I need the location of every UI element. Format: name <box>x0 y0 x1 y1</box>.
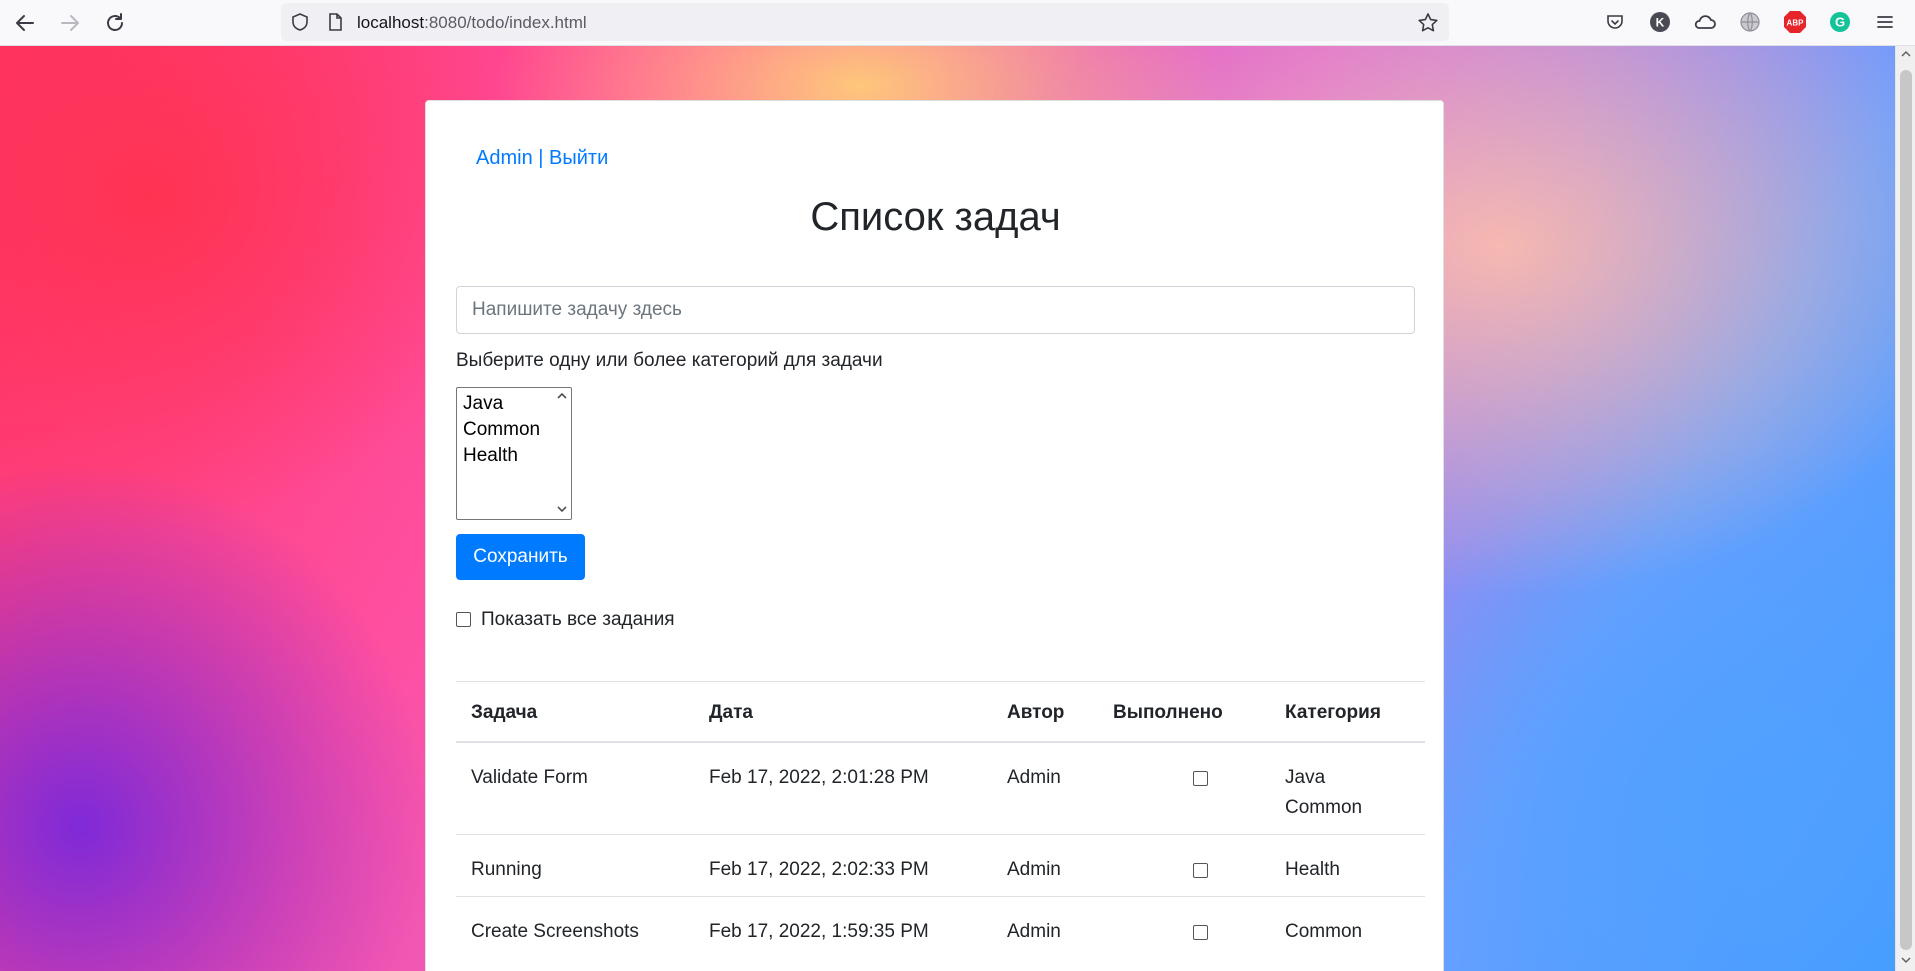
user-links: Admin | Выйти <box>476 147 608 170</box>
star-icon[interactable] <box>1417 12 1438 32</box>
column-header-task: Задача <box>471 702 538 723</box>
grammarly-icon[interactable]: G <box>1828 10 1852 34</box>
show-all-checkbox[interactable] <box>456 611 471 627</box>
table-row: Validate Form Feb 17, 2022, 2:01:28 PM A… <box>456 744 1425 835</box>
scroll-up-arrow-icon[interactable] <box>1901 50 1911 61</box>
category-option[interactable]: Health <box>463 445 518 467</box>
browser-toolbar: localhost:8080/todo/index.html K ABP G <box>0 0 1915 46</box>
column-header-done: Выполнено <box>1113 702 1223 723</box>
page-title: Список задач <box>810 195 1061 239</box>
page-scrollbar[interactable] <box>1895 46 1915 971</box>
author-cell: Admin <box>1007 859 1061 880</box>
category-option[interactable]: Common <box>463 419 540 441</box>
category-label: Выберите одну или более категорий для за… <box>456 350 883 371</box>
user-links-separator: | <box>538 147 544 169</box>
cloud-icon[interactable] <box>1693 10 1717 34</box>
done-cell <box>1193 766 1208 796</box>
pocket-icon[interactable] <box>1603 10 1627 34</box>
date-cell: Feb 17, 2022, 2:01:28 PM <box>709 767 929 788</box>
svg-text:ABP: ABP <box>1787 19 1805 28</box>
adblock-icon[interactable]: ABP <box>1783 10 1807 34</box>
category-value: Common <box>1285 921 1363 942</box>
scroll-down-icon[interactable] <box>556 503 568 517</box>
category-cell: Health <box>1285 855 1340 885</box>
author-cell: Admin <box>1007 921 1061 942</box>
category-value: Java <box>1285 767 1326 788</box>
url-bar[interactable]: localhost:8080/todo/index.html <box>281 3 1449 41</box>
todo-card: Admin | Выйти Список задач Выберите одну… <box>425 100 1444 971</box>
task-cell: Running <box>471 859 542 880</box>
date-cell: Feb 17, 2022, 2:02:33 PM <box>709 859 929 880</box>
url-host: localhost <box>357 13 425 32</box>
page-icon[interactable] <box>325 12 345 32</box>
task-cell: Create Screenshots <box>471 921 639 942</box>
scrollbar-thumb[interactable] <box>1900 70 1912 950</box>
svg-text:G: G <box>1835 15 1845 30</box>
date-cell: Feb 17, 2022, 1:59:35 PM <box>709 921 929 942</box>
user-name-link[interactable]: Admin <box>476 147 533 169</box>
scroll-down-arrow-icon[interactable] <box>1901 956 1911 967</box>
show-all-toggle[interactable]: Показать все задания <box>456 609 675 631</box>
menu-icon[interactable] <box>1873 10 1897 34</box>
url-path: :8080/todo/index.html <box>424 13 587 32</box>
done-checkbox[interactable] <box>1193 771 1208 786</box>
done-checkbox[interactable] <box>1193 863 1208 878</box>
table-header: Задача Дата Автор Выполнено Категория <box>456 682 1425 743</box>
category-value: Common <box>1285 797 1363 818</box>
show-all-label: Показать все задания <box>481 609 675 630</box>
column-header-category: Категория <box>1285 702 1381 723</box>
column-header-author: Автор <box>1007 702 1065 723</box>
task-input[interactable] <box>456 286 1415 334</box>
forward-arrow-icon[interactable] <box>55 9 85 37</box>
logout-link[interactable]: Выйти <box>549 147 608 169</box>
category-select[interactable]: Java Common Health <box>456 387 572 520</box>
reload-icon[interactable] <box>100 9 130 37</box>
category-value: Health <box>1285 859 1340 880</box>
page-background: Admin | Выйти Список задач Выберите одну… <box>0 46 1895 971</box>
profile-k-icon[interactable]: K <box>1648 10 1672 34</box>
url-text[interactable]: localhost:8080/todo/index.html <box>357 13 587 33</box>
table-row: Running Feb 17, 2022, 2:02:33 PM Admin H… <box>456 836 1425 897</box>
shield-icon[interactable] <box>290 12 310 32</box>
done-cell <box>1193 920 1208 950</box>
column-header-date: Дата <box>709 702 753 723</box>
scroll-up-icon[interactable] <box>556 390 568 404</box>
globe-icon[interactable] <box>1738 10 1762 34</box>
table-row: Create Screenshots Feb 17, 2022, 1:59:35… <box>456 898 1425 959</box>
done-checkbox[interactable] <box>1193 925 1208 940</box>
category-cell: Java Common <box>1285 763 1362 823</box>
category-cell: Common <box>1285 917 1362 947</box>
back-arrow-icon[interactable] <box>10 9 40 37</box>
save-button[interactable]: Сохранить <box>456 534 585 580</box>
done-cell <box>1193 858 1208 888</box>
task-cell: Validate Form <box>471 767 588 788</box>
author-cell: Admin <box>1007 767 1061 788</box>
category-option[interactable]: Java <box>463 393 503 415</box>
svg-text:K: K <box>1656 16 1665 30</box>
